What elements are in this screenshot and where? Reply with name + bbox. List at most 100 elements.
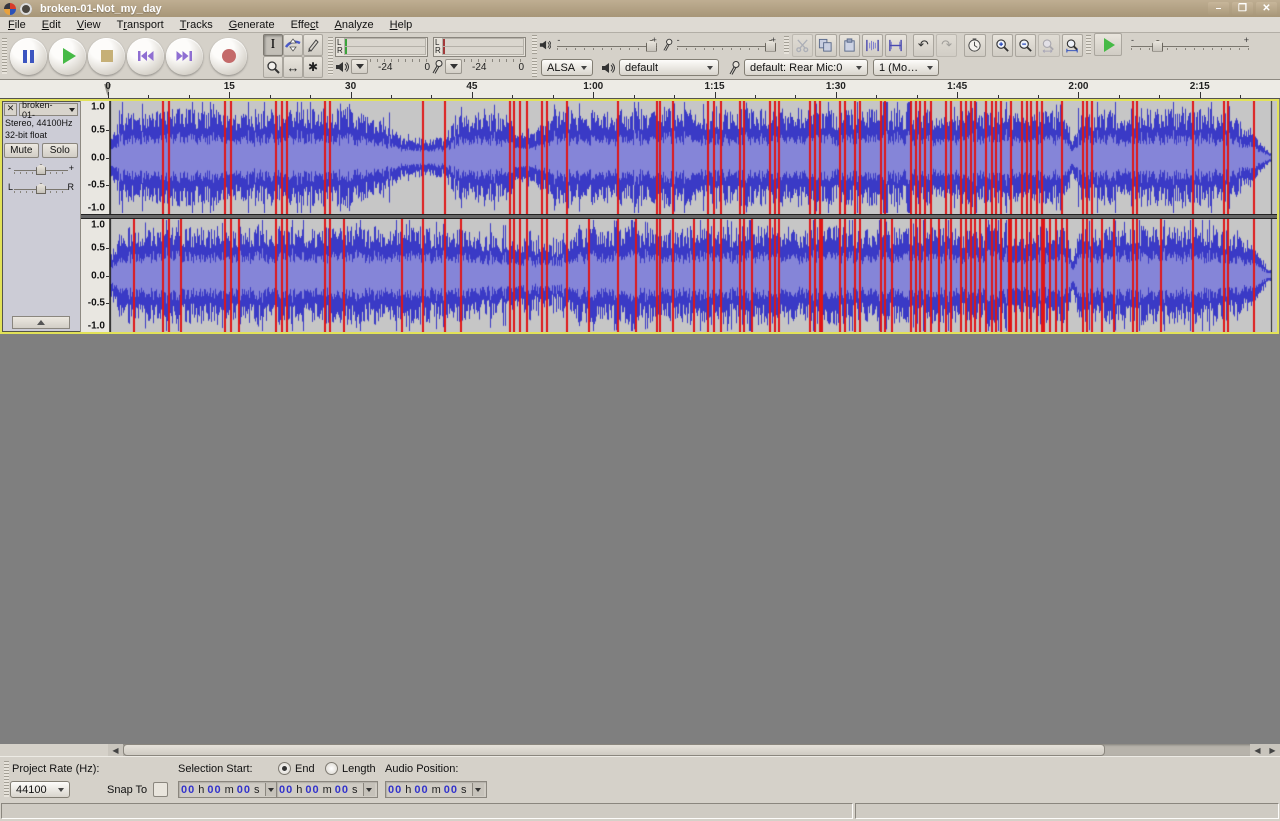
scale-label: 0.0 — [91, 152, 105, 163]
solo-button[interactable]: Solo — [41, 143, 78, 158]
trim-audio-button[interactable] — [861, 33, 884, 57]
recording-device-dropdown[interactable]: default: Rear Mic:0 — [744, 59, 868, 76]
radio-length[interactable]: Length — [325, 762, 376, 775]
time-field-arrow[interactable] — [362, 783, 375, 796]
toolbar-grip[interactable] — [1086, 35, 1091, 54]
menu-transport[interactable]: Tr ansport — [109, 17, 172, 32]
pan-thumb[interactable] — [36, 183, 46, 194]
toolbar-grip[interactable] — [784, 36, 789, 54]
cut-button[interactable] — [792, 33, 814, 57]
draw-tool-button[interactable] — [303, 34, 323, 56]
track-close-button[interactable]: ✕ — [4, 103, 17, 116]
skip-to-end-button[interactable] — [166, 37, 203, 75]
gain-thumb[interactable] — [36, 164, 46, 175]
selection-end-field[interactable]: 00 h 00 m 00 s — [276, 781, 378, 798]
audio-host-dropdown[interactable]: ALSA — [541, 59, 593, 76]
playback-device-dropdown[interactable]: default — [619, 59, 719, 76]
collapse-track-button[interactable] — [12, 316, 70, 329]
audio-track: ✕ broken-01- Stereo, 44100Hz 32-bit floa… — [0, 99, 1279, 334]
vertical-scale-ruler[interactable]: 1.0 0.5 0.0 -0.5 -1.0 — [81, 101, 110, 214]
toolbar-grip[interactable] — [2, 37, 7, 75]
zoom-in-button[interactable] — [991, 33, 1013, 57]
scrollbar-row: ◀ ◀ ▶ — [0, 744, 1280, 756]
close-button[interactable]: ✕ — [1256, 2, 1277, 15]
tools-toolbar: I ↔ ✱ — [263, 34, 325, 78]
fit-selection-button[interactable] — [1038, 33, 1060, 57]
project-rate-dropdown[interactable]: 44100 — [10, 781, 70, 798]
scale-label: 0.5 — [91, 124, 105, 136]
menu-help[interactable]: Help — [382, 17, 421, 32]
window-menu-icon[interactable] — [20, 2, 32, 15]
timeshift-tool-button[interactable]: ↔ — [283, 56, 303, 78]
playback-meter[interactable]: L R — [335, 36, 428, 57]
skip-to-start-button[interactable] — [127, 37, 164, 75]
zoom-tool-button[interactable] — [263, 56, 283, 78]
redo-button[interactable]: ↷ — [935, 33, 958, 57]
minimize-button[interactable]: – — [1208, 2, 1229, 15]
menu-effect[interactable]: Effe c t — [283, 17, 327, 32]
snap-to-checkbox[interactable] — [153, 782, 168, 797]
selection-start-field[interactable]: 00 h 00 m 00 s — [178, 781, 280, 798]
time-field-arrow[interactable] — [264, 783, 277, 796]
track-menu-button[interactable]: broken-01- — [19, 100, 78, 120]
audio-position-field[interactable]: 00 h 00 m 00 s — [385, 781, 487, 798]
titlebar[interactable]: broken-01-Not_my_day – ❐ ✕ — [0, 0, 1280, 17]
recording-meter-menu-button[interactable] — [445, 59, 462, 74]
scale-tick — [106, 157, 109, 159]
undo-button[interactable]: ↶ — [912, 33, 934, 57]
recording-channels-dropdown[interactable]: 1 (Mono) I — [873, 59, 939, 76]
selection-tool-button[interactable]: I — [263, 34, 283, 56]
silence-audio-button[interactable] — [885, 33, 907, 57]
input-volume-slider[interactable]: - + — [676, 35, 776, 53]
output-volume-slider[interactable]: - + — [557, 35, 657, 53]
scroll-left-button-2[interactable]: ◀ — [1250, 744, 1265, 756]
timeline-tick — [310, 95, 312, 98]
menu-tracks[interactable]: Tracks — [172, 17, 221, 32]
menu-file[interactable]: File — [0, 17, 34, 32]
zoom-out-button[interactable] — [1014, 33, 1037, 57]
maximize-button[interactable]: ❐ — [1232, 2, 1253, 15]
toolbar-grip[interactable] — [532, 58, 537, 77]
paste-button[interactable] — [838, 33, 860, 57]
stop-button[interactable] — [88, 37, 125, 75]
chevron-down-icon — [707, 65, 713, 70]
timeline-tick — [633, 95, 635, 98]
multi-tool-button[interactable]: ✱ — [303, 56, 323, 78]
time-field-arrow[interactable] — [471, 783, 484, 796]
recording-residual — [443, 47, 445, 54]
horizontal-scrollbar[interactable]: ◀ ◀ ▶ — [108, 744, 1280, 756]
playback-speed-thumb[interactable] — [1152, 39, 1164, 52]
sync-lock-button[interactable] — [964, 33, 986, 57]
pause-button[interactable] — [10, 37, 47, 75]
waveform-left-channel[interactable] — [110, 101, 1277, 214]
menu-analyze[interactable]: Analyze — [327, 17, 382, 32]
trim-audio-icon — [866, 39, 879, 51]
play-button[interactable] — [49, 37, 86, 75]
timeline-label: 2:15 — [1189, 81, 1210, 92]
menu-edit[interactable]: Edit — [34, 17, 69, 32]
toolbar-grip[interactable] — [4, 761, 9, 797]
radio-end[interactable]: End — [278, 762, 315, 775]
mute-button[interactable]: Mute — [4, 143, 39, 158]
playback-meter-menu-button[interactable] — [351, 59, 368, 74]
scroll-left-button[interactable]: ◀ — [108, 744, 123, 756]
menu-generate[interactable]: Generate — [221, 17, 283, 32]
scrollbar-thumb[interactable] — [123, 744, 1105, 756]
record-button[interactable] — [210, 37, 247, 75]
copy-button[interactable] — [815, 33, 837, 57]
recording-meter-scale: -24 0 — [464, 58, 526, 75]
playback-speed-slider[interactable]: - + — [1131, 35, 1249, 53]
menu-view[interactable]: View — [69, 17, 109, 32]
toolbar-grip[interactable] — [328, 37, 333, 75]
waveform-right-channel[interactable] — [110, 219, 1277, 332]
recording-meter[interactable]: L R — [433, 36, 526, 57]
envelope-tool-button[interactable] — [283, 34, 303, 56]
pan-slider[interactable]: LR — [8, 181, 74, 196]
scroll-right-button[interactable]: ▶ — [1265, 744, 1280, 756]
play-at-speed-button[interactable] — [1094, 33, 1122, 56]
vertical-scale-ruler[interactable]: 1.0 0.5 0.0 -0.5 -1.0 — [81, 219, 110, 332]
gain-slider[interactable]: - + — [8, 162, 74, 177]
toolbar-grip[interactable] — [532, 35, 537, 54]
timeline-ruler[interactable]: 0 15 30 45 1:00 1:15 1:30 1:45 2:00 2:15 — [0, 80, 1280, 99]
fit-project-button[interactable] — [1061, 33, 1083, 57]
